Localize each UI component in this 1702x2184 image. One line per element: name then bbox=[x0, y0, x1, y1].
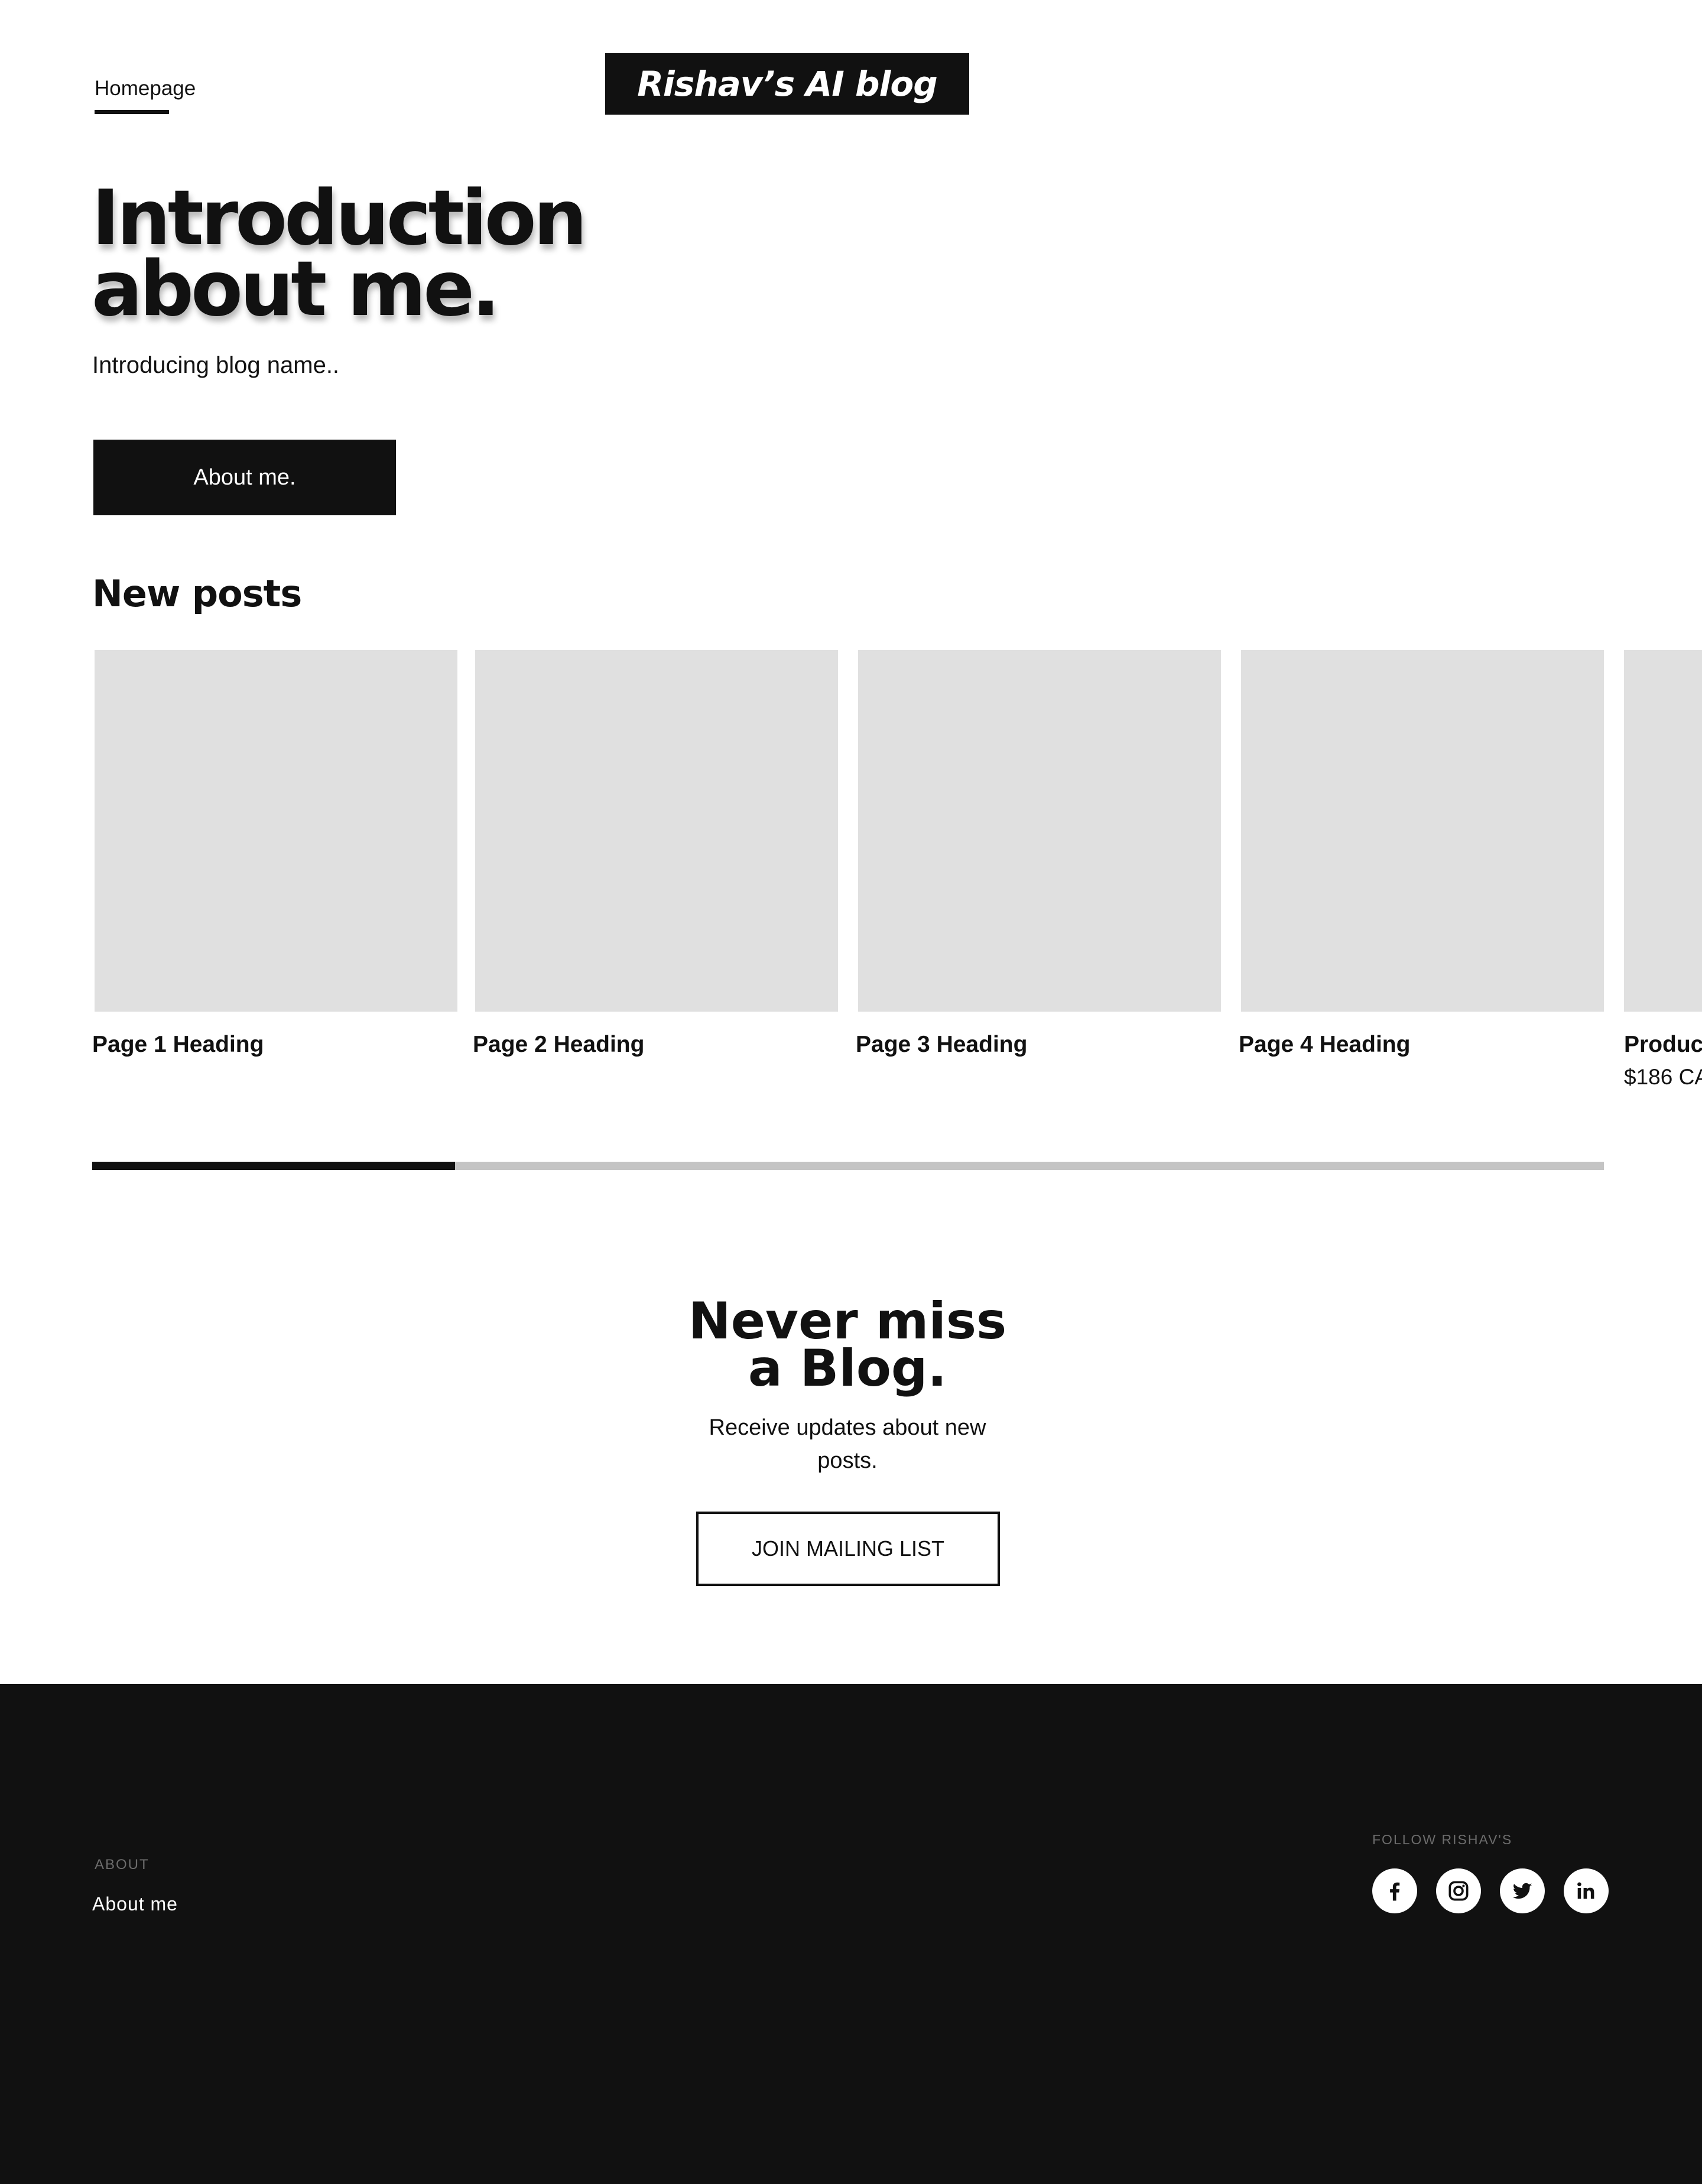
join-mailing-list-button[interactable]: JOIN MAILING LIST bbox=[696, 1512, 1000, 1586]
footer-about-me-link[interactable]: About me bbox=[92, 1893, 178, 1915]
post-card-heading: Page 2 Heading bbox=[473, 1032, 645, 1057]
hero-title-line-2: about me. bbox=[92, 245, 501, 333]
newsletter-title-line-2: a Blog. bbox=[748, 1339, 947, 1398]
new-posts-title: New posts bbox=[92, 572, 302, 615]
footer-about-label: ABOUT bbox=[95, 1857, 150, 1873]
post-card-image bbox=[475, 650, 838, 1012]
product-card-image bbox=[1624, 650, 1702, 1012]
site-logo-text: Rishav’s AI blog bbox=[637, 64, 937, 104]
posts-scrollbar-thumb[interactable] bbox=[92, 1162, 455, 1170]
hero-title: Introduction about me. bbox=[92, 181, 587, 327]
newsletter-subtitle: Receive updates about new posts. bbox=[709, 1415, 986, 1473]
post-card[interactable]: Page 1 Heading bbox=[92, 650, 457, 1057]
footer bbox=[0, 1684, 1702, 2184]
about-me-button[interactable]: About me. bbox=[93, 440, 396, 515]
hero-subtitle: Introducing blog name.. bbox=[92, 352, 340, 378]
product-card-price: $186 CA bbox=[1624, 1065, 1702, 1089]
instagram-icon[interactable] bbox=[1436, 1868, 1481, 1913]
product-card-heading: Product bbox=[1624, 1032, 1702, 1057]
newsletter-title: Never miss a Blog. bbox=[0, 1296, 1695, 1394]
facebook-icon[interactable] bbox=[1372, 1868, 1417, 1913]
posts-scrollbar[interactable] bbox=[92, 1162, 1604, 1170]
post-card-heading: Page 1 Heading bbox=[92, 1032, 264, 1057]
post-card[interactable]: Page 4 Heading bbox=[1239, 650, 1604, 1057]
post-card[interactable]: Page 2 Heading bbox=[473, 650, 838, 1057]
post-card-heading: Page 3 Heading bbox=[856, 1032, 1028, 1057]
site-logo[interactable]: Rishav’s AI blog bbox=[605, 53, 969, 115]
product-card[interactable]: Product $186 CA bbox=[1624, 650, 1702, 1099]
linkedin-icon[interactable] bbox=[1564, 1868, 1609, 1913]
nav-active-underline bbox=[95, 110, 169, 114]
nav-link-homepage[interactable]: Homepage bbox=[95, 77, 196, 100]
post-card-image bbox=[1241, 650, 1604, 1012]
post-card-heading: Page 4 Heading bbox=[1239, 1032, 1411, 1057]
post-card-image bbox=[858, 650, 1221, 1012]
twitter-icon[interactable] bbox=[1500, 1868, 1545, 1913]
post-card[interactable]: Page 3 Heading bbox=[856, 650, 1221, 1057]
footer-follow-label: FOLLOW RISHAV'S bbox=[1372, 1832, 1513, 1847]
post-card-image bbox=[95, 650, 457, 1012]
